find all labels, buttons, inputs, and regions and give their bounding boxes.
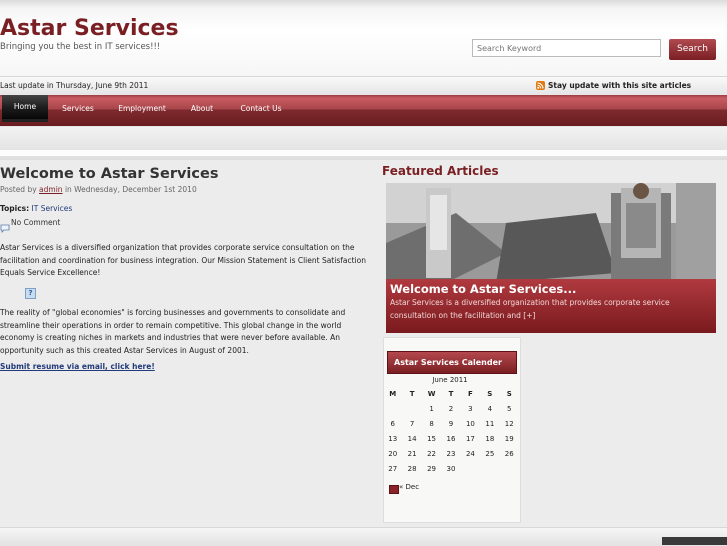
search-input[interactable] <box>472 39 661 57</box>
weekday-header: W <box>427 389 436 398</box>
calendar-day: 16 <box>446 434 456 443</box>
meta-suffix: in Wednesday, December 1st 2010 <box>64 185 197 194</box>
rss-icon[interactable] <box>536 81 545 90</box>
calendar-bullet-icon <box>389 485 399 494</box>
calendar-day <box>461 461 480 476</box>
featured-excerpt: Astar Services is a diversified organiza… <box>390 298 670 320</box>
calendar-day: 25 <box>485 449 495 458</box>
calendar-day <box>480 461 499 476</box>
calendar-title: Astar Services Calender <box>387 351 517 374</box>
post-paragraph: The reality of "global economies" is for… <box>0 308 346 355</box>
weekday-header: S <box>487 389 493 398</box>
calendar-day: 2 <box>448 404 454 413</box>
calendar-day: 26 <box>504 449 514 458</box>
weekday-header: T <box>409 389 415 398</box>
calendar-day: 17 <box>465 434 475 443</box>
post-topics: Topics: IT Services <box>0 204 72 213</box>
nav-item-services[interactable]: Services <box>54 95 102 123</box>
calendar-day: 27 <box>388 464 398 473</box>
calendar-day: 1 <box>429 404 434 413</box>
topics-label: Topics: <box>0 204 30 213</box>
calendar-day: 24 <box>465 449 475 458</box>
calendar-day: 18 <box>485 434 495 443</box>
calendar-day: 8 <box>429 419 434 428</box>
author-link[interactable]: admin <box>39 185 63 194</box>
weekday-header: M <box>389 389 397 398</box>
calendar-day: 30 <box>446 464 456 473</box>
calendar-day: 9 <box>448 419 454 428</box>
footer-block <box>662 537 727 545</box>
update-bar: Last update in Thursday, June 9th 2011 S… <box>0 76 727 94</box>
nav-item-employment[interactable]: Employment <box>112 95 172 123</box>
calendar-caption: June 2011 <box>432 376 468 384</box>
calendar-day: 14 <box>407 434 417 443</box>
calendar-day: 3 <box>468 404 473 413</box>
weekday-header: S <box>506 389 512 398</box>
calendar-day: 20 <box>388 449 398 458</box>
featured-title[interactable]: Welcome to Astar Services... <box>390 282 576 296</box>
calendar-day <box>383 401 402 416</box>
meta-prefix: Posted by <box>0 185 37 194</box>
site-title[interactable]: Astar Services <box>0 16 179 41</box>
calendar-day: 12 <box>504 419 514 428</box>
nav-item-home[interactable]: Home <box>2 95 48 122</box>
weekday-header: F <box>468 389 473 398</box>
broken-image-icon: ? <box>25 288 36 299</box>
featured-image[interactable]: Welcome to Astar Services... Astar Servi… <box>386 183 716 333</box>
calendar-day: 28 <box>407 464 417 473</box>
topic-link[interactable]: IT Services <box>32 204 73 213</box>
main-nav: Home Services Employment About Contact U… <box>0 95 727 126</box>
comment-icon <box>0 218 10 237</box>
comments-link[interactable]: No Comment <box>11 218 60 227</box>
calendar-day: 6 <box>390 419 395 428</box>
post-title[interactable]: Welcome to Astar Services <box>0 166 218 182</box>
calendar-day: 10 <box>465 419 475 428</box>
calendar-day: 13 <box>388 434 398 443</box>
nav-item-contact-us[interactable]: Contact Us <box>234 95 288 123</box>
calendar-day: 21 <box>407 449 417 458</box>
rss-link[interactable]: Stay update with this site articles <box>548 81 691 90</box>
calendar-day <box>402 401 421 416</box>
calendar-day: 19 <box>504 434 514 443</box>
calendar-table: M T W T F S S 1 2 3 4 5 6 7 8 9 10 11 12 <box>383 386 519 476</box>
calendar-day: 15 <box>427 434 437 443</box>
calendar-day: 7 <box>409 419 415 428</box>
calendar-day: 29 <box>427 464 437 473</box>
weekday-header: T <box>448 389 454 398</box>
calendar-day: 22 <box>427 449 437 458</box>
site-tagline: Bringing you the best in IT services!!! <box>0 42 161 52</box>
calendar-day: 11 <box>485 419 495 428</box>
post-meta: Posted by admin in Wednesday, December 1… <box>0 185 197 194</box>
last-update-text: Last update in Thursday, June 9th 2011 <box>0 81 149 90</box>
resume-link[interactable]: Submit resume via email, click here! <box>0 362 155 371</box>
site-footer <box>0 527 727 546</box>
separator-line <box>0 150 727 156</box>
post-paragraph: Astar Services is a diversified organiza… <box>0 243 366 277</box>
calendar-day <box>500 461 519 476</box>
search-button[interactable]: Search <box>669 39 716 60</box>
calendar-day: 5 <box>507 404 512 413</box>
featured-heading: Featured Articles <box>382 164 499 178</box>
calendar-day: 4 <box>487 404 493 413</box>
calendar-day: 23 <box>446 449 456 458</box>
calendar-prev-link[interactable]: « Dec <box>399 483 419 491</box>
nav-item-about[interactable]: About <box>182 95 222 123</box>
